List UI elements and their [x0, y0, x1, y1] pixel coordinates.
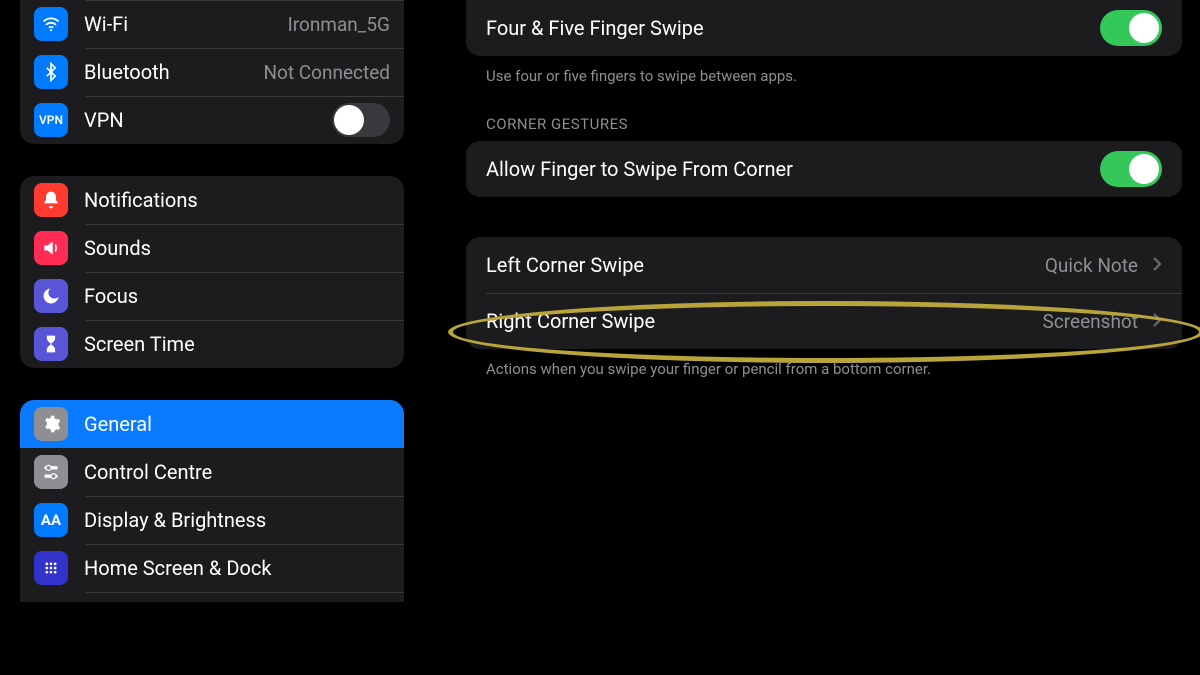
sidebar-item-display[interactable]: AA Display & Brightness [20, 496, 404, 544]
gear-icon [34, 407, 68, 441]
sidebar-group-system: General Control Centre AA Display & Brig… [20, 400, 404, 602]
chevron-right-icon [1152, 309, 1162, 333]
four-finger-toggle[interactable] [1100, 10, 1162, 46]
chevron-right-icon [1152, 253, 1162, 277]
group-corner-actions: Left Corner Swipe Quick Note Right Corne… [466, 237, 1182, 349]
sidebar-item-controlcentre[interactable]: Control Centre [20, 448, 404, 496]
left-corner-value: Quick Note [1045, 254, 1138, 277]
row-four-finger-swipe[interactable]: Four & Five Finger Swipe [466, 0, 1182, 56]
text-size-icon: AA [34, 503, 68, 537]
display-label: Display & Brightness [84, 508, 390, 532]
speaker-icon [34, 231, 68, 265]
four-finger-footer: Use four or five fingers to swipe betwee… [466, 56, 1182, 87]
sidebar-item-partial-bottom[interactable] [20, 592, 404, 602]
bluetooth-icon [34, 55, 68, 89]
allow-corner-toggle[interactable] [1100, 151, 1162, 187]
group-multitouch: Four & Five Finger Swipe [466, 0, 1182, 56]
screentime-label: Screen Time [84, 332, 390, 356]
sidebar-item-screentime[interactable]: Screen Time [20, 320, 404, 368]
wifi-value: Ironman_5G [288, 13, 390, 36]
sidebar-item-wifi[interactable]: Wi-Fi Ironman_5G [20, 0, 404, 48]
moon-icon [34, 279, 68, 313]
wifi-label: Wi-Fi [84, 12, 272, 36]
sidebar-item-focus[interactable]: Focus [20, 272, 404, 320]
row-right-corner-swipe[interactable]: Right Corner Swipe Screenshot [466, 293, 1182, 349]
corner-footer: Actions when you swipe your finger or pe… [466, 349, 1182, 380]
bluetooth-label: Bluetooth [84, 60, 247, 84]
sidebar-item-homescreen[interactable]: Home Screen & Dock [20, 544, 404, 592]
sidebar-group-connectivity: Wi-Fi Ironman_5G Bluetooth Not Connected… [20, 0, 404, 144]
notifications-label: Notifications [84, 188, 390, 212]
settings-app: Wi-Fi Ironman_5G Bluetooth Not Connected… [0, 0, 1200, 675]
right-corner-label: Right Corner Swipe [486, 309, 1029, 333]
sidebar-group-alerts: Notifications Sounds Focus Screen Time [20, 176, 404, 368]
vpn-icon: VPN [34, 103, 68, 137]
four-finger-label: Four & Five Finger Swipe [486, 16, 1086, 40]
homescreen-label: Home Screen & Dock [84, 556, 390, 580]
sounds-label: Sounds [84, 236, 390, 260]
hourglass-icon [34, 327, 68, 361]
corner-gestures-header: CORNER GESTURES [466, 115, 1182, 133]
sidebar-item-sounds[interactable]: Sounds [20, 224, 404, 272]
vpn-label: VPN [84, 108, 316, 132]
settings-detail: Four & Five Finger Swipe Use four or fiv… [418, 0, 1200, 675]
settings-sidebar: Wi-Fi Ironman_5G Bluetooth Not Connected… [0, 0, 418, 675]
grid-icon [34, 551, 68, 585]
controlcentre-label: Control Centre [84, 460, 390, 484]
focus-label: Focus [84, 284, 390, 308]
bell-icon [34, 183, 68, 217]
row-allow-corner[interactable]: Allow Finger to Swipe From Corner [466, 141, 1182, 197]
allow-corner-label: Allow Finger to Swipe From Corner [486, 157, 1086, 181]
sliders-icon [34, 455, 68, 489]
wifi-icon [34, 7, 68, 41]
left-corner-label: Left Corner Swipe [486, 253, 1031, 277]
bluetooth-value: Not Connected [263, 61, 390, 84]
sidebar-item-vpn[interactable]: VPN VPN [20, 96, 404, 144]
group-allow-corner: Allow Finger to Swipe From Corner [466, 141, 1182, 197]
general-label: General [84, 412, 390, 436]
row-left-corner-swipe[interactable]: Left Corner Swipe Quick Note [466, 237, 1182, 293]
right-corner-value: Screenshot [1043, 310, 1138, 333]
sidebar-item-general[interactable]: General [20, 400, 404, 448]
sidebar-item-bluetooth[interactable]: Bluetooth Not Connected [20, 48, 404, 96]
sidebar-item-notifications[interactable]: Notifications [20, 176, 404, 224]
vpn-toggle[interactable] [332, 103, 390, 137]
